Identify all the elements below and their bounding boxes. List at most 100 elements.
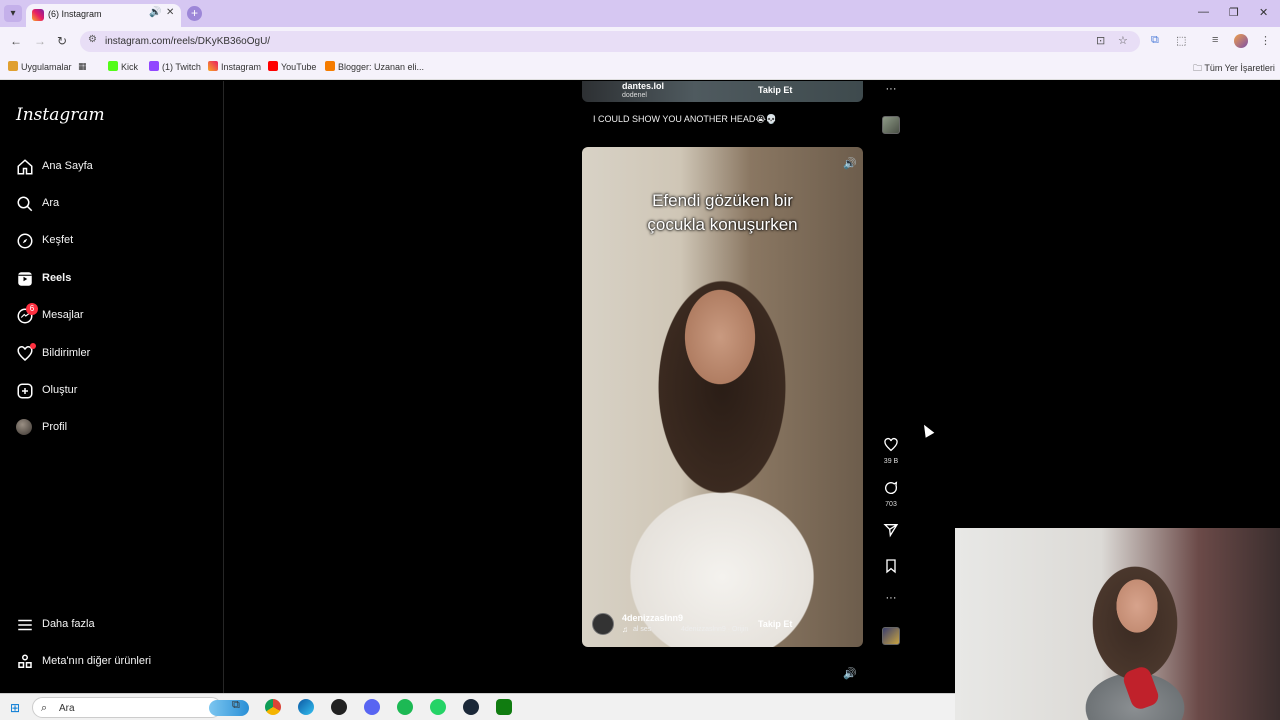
apps-grid-icon (8, 61, 18, 71)
xbox-icon[interactable] (496, 699, 512, 715)
instagram-favicon-icon (32, 9, 44, 21)
instagram-icon (208, 61, 218, 71)
minimize-icon[interactable]: — (1198, 6, 1209, 18)
browser-toolbar: ← → ↻ ⚙ instagram.com/reels/DKyKB36oOgU/… (0, 27, 1280, 56)
nav-meta-label: Meta'nın diğer ürünleri (42, 655, 152, 667)
bookmarks-bar: Uygulamalar ▦ Kick (1) Twitch Instagram … (0, 56, 1280, 80)
nav-messages[interactable]: 6 Mesajlar (16, 303, 216, 327)
windows-taskbar: ⊞ ⌕ Ara ⧉ (0, 693, 955, 720)
back-icon[interactable]: ← (10, 34, 22, 48)
plus-square-icon (17, 383, 33, 399)
reel-audio-thumbnail[interactable] (882, 627, 900, 645)
reload-icon[interactable]: ↻ (57, 34, 67, 48)
bookmark-twitch[interactable]: (1) Twitch (149, 61, 201, 72)
nav-search-label: Ara (42, 197, 60, 209)
nav-home[interactable]: Ana Sayfa (16, 156, 216, 178)
address-bar[interactable]: ⚙ instagram.com/reels/DKyKB36oOgU/ ⊡ ☆ (80, 31, 1140, 52)
media-controls-icon[interactable]: ≡ (1212, 34, 1218, 46)
reel-username[interactable]: 4denizzaslnn9 (622, 613, 683, 623)
site-info-icon[interactable]: ⚙ (88, 34, 97, 45)
save-button[interactable] (882, 558, 900, 574)
menu-icon[interactable]: ⋮ (1260, 34, 1271, 47)
tab-title: (6) Instagram (48, 9, 102, 19)
search-icon (17, 196, 33, 212)
notification-dot (30, 343, 36, 349)
browser-tab[interactable]: (6) Instagram 🔊 ✕ (26, 4, 181, 27)
blogger-icon (325, 61, 335, 71)
install-app-icon[interactable]: ⊡ (1096, 34, 1105, 47)
translate-icon[interactable]: ⧉ (1151, 34, 1159, 47)
youtube-icon (268, 61, 278, 71)
url-text[interactable]: instagram.com/reels/DKyKB36oOgU/ (105, 36, 270, 47)
tab-close-icon[interactable]: ✕ (166, 7, 174, 18)
reel-audio-track[interactable]: 4denizzaslnn9 · Orijin (681, 626, 748, 633)
new-tab-button[interactable]: + (187, 6, 202, 21)
close-window-icon[interactable]: ✕ (1259, 6, 1268, 19)
bookmark-blogger[interactable]: Blogger: Uzanan eli... (325, 61, 424, 72)
previous-reel-audio-thumbnail[interactable] (882, 116, 900, 134)
tab-audio-icon[interactable]: 🔊 (149, 7, 161, 18)
all-bookmarks[interactable]: 🗀 Tüm Yer İşaretleri (1193, 61, 1275, 77)
nav-reels[interactable]: Reels (16, 268, 216, 290)
reel-audio-label[interactable]: al ses (633, 626, 651, 633)
bookmark-apps[interactable]: Uygulamalar (8, 61, 72, 72)
mute-icon[interactable]: 🔊 (843, 157, 857, 170)
taskbar-search[interactable]: ⌕ Ara (32, 697, 249, 718)
nav-reels-label: Reels (42, 272, 72, 284)
heart-icon (884, 437, 898, 452)
previous-reel-subtitle: dodenel (622, 92, 647, 99)
app-icon-black[interactable] (331, 699, 347, 715)
chrome-icon[interactable] (265, 699, 281, 715)
tab-search-button[interactable]: ▾ (4, 5, 22, 22)
nav-more-label: Daha fazla (42, 618, 95, 630)
next-reel-mute-icon[interactable]: 🔊 (843, 667, 857, 680)
instagram-logo[interactable]: Instagram (16, 105, 105, 125)
previous-reel[interactable]: dantes.lol dodenel Takip Et (582, 81, 863, 102)
microphone (1121, 664, 1161, 712)
task-view-icon[interactable]: ⧉ (232, 699, 248, 715)
forward-icon[interactable]: → (34, 34, 46, 48)
discord-icon[interactable] (364, 699, 380, 715)
reel-video[interactable]: Efendi gözüken bir çocukla konuşurken 🔊 … (582, 147, 863, 647)
comment-button[interactable] (882, 480, 900, 496)
previous-reel-username[interactable]: dantes.lol (622, 81, 664, 91)
reel-more-icon[interactable]: ··· (882, 592, 900, 604)
nav-create-label: Oluştur (42, 384, 78, 396)
taskbar-search-placeholder: Ara (59, 703, 75, 714)
extensions-icon[interactable]: ⬚ (1176, 34, 1186, 47)
nav-search[interactable]: Ara (16, 193, 216, 215)
reels-icon (18, 272, 32, 286)
screen: ▾ (6) Instagram 🔊 ✕ + — ❐ ✕ ← → ↻ ⚙ inst… (0, 0, 1280, 720)
nav-create[interactable]: Oluştur (16, 380, 216, 402)
reel-author-avatar[interactable] (592, 613, 614, 635)
nav-more[interactable]: Daha fazla (16, 614, 216, 636)
profile-avatar-icon[interactable] (1234, 34, 1248, 48)
bookmark-instagram[interactable]: Instagram (208, 61, 261, 72)
nav-meta-products[interactable]: Meta'nın diğer ürünleri (16, 651, 216, 673)
previous-reel-more-icon[interactable]: ··· (882, 83, 900, 95)
nav-explore[interactable]: Keşfet (16, 230, 216, 252)
like-count: 39 B (883, 458, 899, 465)
reel-follow-button[interactable]: Takip Et (758, 619, 792, 629)
maximize-icon[interactable]: ❐ (1229, 6, 1239, 19)
steam-icon[interactable] (463, 699, 479, 715)
nav-home-label: Ana Sayfa (42, 160, 93, 172)
bookmark-star-icon[interactable]: ☆ (1118, 34, 1128, 47)
nav-explore-label: Keşfet (42, 234, 74, 246)
whatsapp-icon[interactable] (430, 699, 446, 715)
share-button[interactable] (882, 522, 900, 538)
edge-icon[interactable] (298, 699, 314, 715)
comment-icon (885, 481, 898, 494)
mouse-cursor (919, 422, 935, 438)
apps-grid-icon[interactable]: ▦ (78, 61, 87, 72)
previous-reel-follow-button[interactable]: Takip Et (758, 85, 792, 95)
webcam-overlay (955, 528, 1280, 720)
bookmark-kick[interactable]: Kick (108, 61, 138, 72)
twitch-icon (149, 61, 159, 71)
spotify-icon[interactable] (397, 699, 413, 715)
like-button[interactable] (882, 437, 900, 453)
nav-notifications[interactable]: Bildirimler (16, 343, 216, 365)
windows-start-icon[interactable]: ⊞ (10, 701, 20, 715)
bookmark-youtube[interactable]: YouTube (268, 61, 316, 72)
nav-profile[interactable]: Profil (16, 417, 216, 439)
